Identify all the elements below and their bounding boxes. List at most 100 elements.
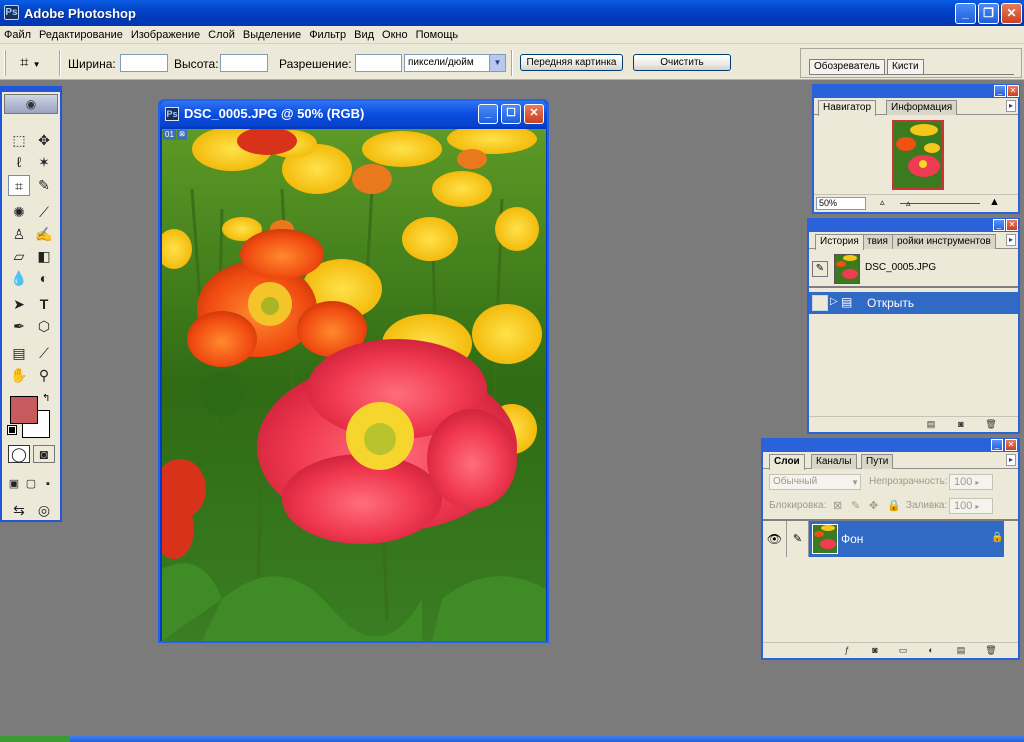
clear-button[interactable]: Очистить [633, 54, 731, 71]
zoom-slider-handle[interactable]: ▵ [906, 198, 911, 209]
palette-minimize-button[interactable]: _ [993, 219, 1005, 231]
foreground-color-swatch[interactable] [10, 396, 38, 424]
move-tool-icon[interactable]: ✥ [33, 130, 55, 151]
brush-tool-icon[interactable]: ⟋ [33, 202, 55, 223]
tab-paths[interactable]: Пути [861, 454, 894, 469]
palette-close-button[interactable]: ✕ [1007, 85, 1019, 97]
layer-visibility-eye-icon[interactable]: 👁 [763, 521, 787, 557]
shape-tool-icon[interactable]: ⬡ [33, 316, 55, 337]
path-selection-tool-icon[interactable]: ➤ [8, 294, 30, 315]
zoom-tool-icon[interactable]: ⚲ [33, 365, 55, 386]
doc-close-button[interactable]: ✕ [524, 104, 544, 124]
clone-stamp-tool-icon[interactable]: ♙ [8, 224, 30, 245]
width-input[interactable] [120, 54, 168, 72]
palette-minimize-button[interactable]: _ [994, 85, 1006, 97]
tab-actions[interactable]: твия [863, 234, 893, 249]
eraser-tool-icon[interactable]: ▱ [8, 246, 30, 267]
new-document-from-state-icon[interactable]: ▤ [925, 419, 937, 430]
options-grip[interactable] [4, 50, 6, 76]
eyedropper-tool-icon[interactable]: ⟋ [33, 343, 55, 364]
tab-info[interactable]: Информация [886, 100, 958, 115]
blur-tool-icon[interactable]: 💧 [8, 268, 30, 289]
blend-mode-select[interactable]: Обычный ▼ [769, 474, 861, 490]
menu-select[interactable]: Выделение [239, 29, 305, 41]
start-button-edge[interactable] [0, 736, 70, 742]
zoom-slider-track[interactable] [900, 203, 980, 204]
magic-wand-tool-icon[interactable]: ✶ [33, 152, 55, 173]
palette-close-button[interactable]: ✕ [1006, 219, 1018, 231]
new-layer-icon[interactable]: ▤ [955, 645, 967, 656]
menu-image[interactable]: Изображение [127, 29, 204, 41]
hand-tool-icon[interactable]: ✋ [8, 365, 30, 386]
standard-screen-mode-icon[interactable]: ▣ [6, 474, 22, 495]
history-state-slider-icon[interactable]: ▷ [830, 296, 838, 307]
trash-icon[interactable]: 🗑 [985, 645, 997, 656]
menu-file[interactable]: Файл [0, 29, 35, 41]
history-snapshot-row[interactable]: ✎ DSC_0005.JPG [809, 252, 1018, 288]
fill-input[interactable]: 100 ▸ [949, 498, 993, 514]
menu-help[interactable]: Помощь [412, 29, 463, 41]
tab-file-browser[interactable]: Обозреватель [809, 59, 885, 75]
menu-layer[interactable]: Слой [204, 29, 239, 41]
tab-channels[interactable]: Каналы [811, 454, 857, 469]
minimize-button[interactable]: _ [955, 3, 976, 24]
jump-to-imageready-icon[interactable]: ⇆ [8, 500, 30, 521]
palette-close-button[interactable]: ✕ [1005, 439, 1017, 451]
pen-tool-icon[interactable]: ✒ [8, 316, 30, 337]
restore-button[interactable]: ❐ [978, 3, 999, 24]
new-snapshot-icon[interactable]: ◙ [955, 419, 967, 430]
lock-image-icon[interactable]: ✎ [851, 499, 860, 512]
type-tool-icon[interactable]: T [33, 294, 55, 315]
default-colors-icon[interactable] [7, 425, 17, 435]
palette-menu-icon[interactable]: ▸ [1006, 234, 1016, 246]
imageready-icon[interactable]: ◎ [33, 500, 55, 521]
lock-all-icon[interactable]: 🔒 [887, 499, 901, 512]
menu-filter[interactable]: Фильтр [305, 29, 350, 41]
new-group-icon[interactable]: ▭ [897, 645, 909, 656]
navigator-zoom-value[interactable]: 50% [816, 197, 866, 210]
tab-tool-presets[interactable]: ройки инструментов [893, 234, 996, 249]
palette-menu-icon[interactable]: ▸ [1006, 100, 1016, 112]
gradient-tool-icon[interactable]: ◧ [33, 246, 55, 267]
swap-colors-icon[interactable]: ↰ [42, 393, 50, 404]
opacity-input[interactable]: 100 ▸ [949, 474, 993, 490]
full-screen-menu-mode-icon[interactable]: ▢ [23, 474, 39, 495]
standard-mode-icon[interactable]: ◯ [8, 445, 30, 463]
lock-position-icon[interactable]: ✥ [869, 499, 878, 512]
history-step-row[interactable]: ▷ ▤ Открыть [809, 292, 1018, 314]
history-brush-source-icon[interactable]: ✎ [812, 261, 828, 277]
resolution-units-select[interactable]: пиксели/дюйм ▼ [404, 54, 506, 72]
doc-maximize-button[interactable]: ☐ [501, 104, 521, 124]
menu-view[interactable]: Вид [350, 29, 378, 41]
tab-brushes[interactable]: Кисти [887, 59, 924, 75]
front-image-button[interactable]: Передняя картинка [520, 54, 623, 71]
dodge-tool-icon[interactable]: ◐ [33, 268, 55, 289]
full-screen-mode-icon[interactable]: ▪ [40, 474, 56, 495]
photoshop-eye-logo-icon[interactable]: ◉ [4, 94, 58, 114]
trash-icon[interactable]: 🗑 [985, 419, 997, 430]
menu-edit[interactable]: Редактирование [35, 29, 127, 41]
navigator-thumbnail[interactable] [892, 120, 944, 190]
crop-tool-icon[interactable]: ⌗ [8, 175, 30, 196]
tab-navigator[interactable]: Навигатор [818, 100, 877, 116]
quick-mask-mode-icon[interactable]: ◙ [33, 445, 55, 463]
marquee-tool-icon[interactable]: ⬚ [8, 130, 30, 151]
tab-layers[interactable]: Слои [769, 454, 805, 470]
close-button[interactable]: ✕ [1001, 3, 1022, 24]
adjustment-layer-icon[interactable]: ◐ [925, 645, 937, 656]
crop-tool-preset-icon[interactable]: ⌗ ▼ [20, 53, 50, 73]
notes-tool-icon[interactable]: ▤ [8, 343, 30, 364]
lock-transparency-icon[interactable]: ⊠ [833, 499, 842, 512]
resolution-input[interactable] [355, 54, 402, 72]
image-canvas[interactable]: 01 ⊠ [162, 129, 546, 641]
layer-brush-icon[interactable]: ✎ [787, 521, 809, 557]
layer-row-background[interactable]: 👁 ✎ Фон 🔒 [763, 521, 1004, 557]
zoom-out-icon[interactable]: ▵ [880, 197, 885, 208]
history-brush-tool-icon[interactable]: ✍ [33, 224, 55, 245]
doc-minimize-button[interactable]: _ [478, 104, 498, 124]
palette-menu-icon[interactable]: ▸ [1006, 454, 1016, 466]
menu-window[interactable]: Окно [378, 29, 412, 41]
healing-brush-tool-icon[interactable]: ✺ [8, 202, 30, 223]
height-input[interactable] [220, 54, 268, 72]
document-title-bar[interactable]: Ps DSC_0005.JPG @ 50% (RGB) _ ☐ ✕ [160, 101, 547, 127]
